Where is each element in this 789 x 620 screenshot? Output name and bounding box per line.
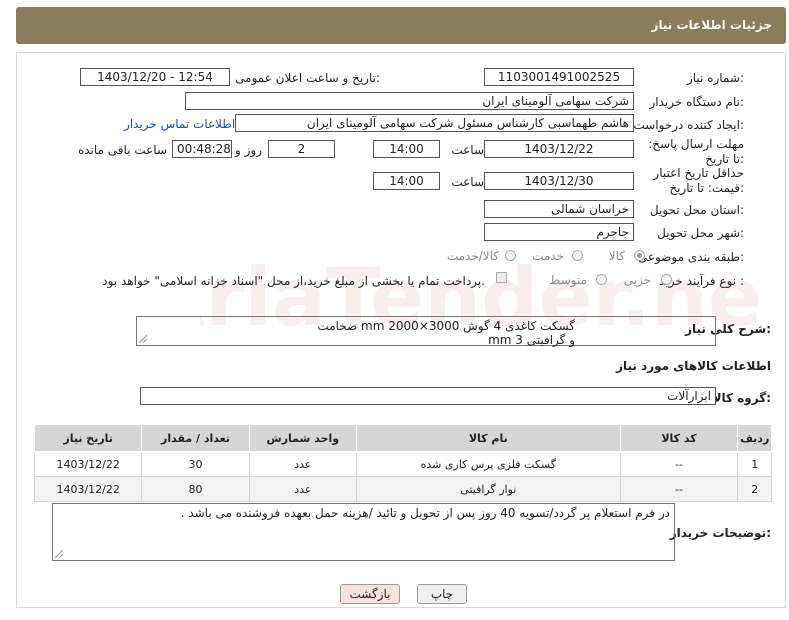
announce-field[interactable]: 1403/12/20 - 12:54 <box>80 68 230 86</box>
remaining-time-field[interactable]: 00:48:28 <box>172 140 232 158</box>
buyer-org-field[interactable]: شرکت سهامی آلومینای ایران <box>185 92 634 110</box>
page: جزئیات اطلاعات نیاز AriaTender.neT شماره… <box>0 0 789 620</box>
goods-group-label: گروه کالا: <box>712 391 771 405</box>
page-title: جزئیات اطلاعات نیاز <box>651 18 772 32</box>
col-goods-code: کد کالا <box>619 424 739 452</box>
process-minor-label: جزیی <box>623 273 651 287</box>
process-medium-radio[interactable] <box>596 274 607 285</box>
col-unit: واحد شمارش <box>248 424 357 452</box>
cell-unit: عدد <box>248 476 357 502</box>
col-quantity: تعداد / مقدار <box>141 424 250 452</box>
category-goods-radio[interactable] <box>634 250 645 261</box>
cell-quantity: 30 <box>141 451 250 477</box>
back-button[interactable]: بازگشت <box>340 584 400 604</box>
category-goods-label: کالا <box>608 249 625 263</box>
goods-group-field[interactable]: ابزارآلات <box>140 387 716 405</box>
description-textarea[interactable]: گسکت کاغذی 4 گوش mm 2000×3000 ضخامت و گر… <box>136 316 716 347</box>
cell-goods-code: -- <box>619 451 739 477</box>
category-both-label: کالا/خدمت <box>446 249 499 263</box>
cell-goods-name: نوار گرافیتی <box>355 476 621 502</box>
process-minor-radio[interactable] <box>661 274 672 285</box>
goods-info-title: اطلاعات کالاهای مورد نیاز <box>616 359 771 373</box>
print-button[interactable]: چاپ <box>417 584 467 604</box>
province-label: استان محل تحویل: <box>649 203 744 217</box>
process-type-label: نوع فرآیند خرید : <box>659 274 744 288</box>
category-service-radio[interactable] <box>572 250 583 261</box>
remaining-time-label: ساعت باقی مانده <box>77 143 167 157</box>
cell-need-date: 1403/12/22 <box>33 476 143 502</box>
cell-need-date: 1403/12/22 <box>33 451 143 477</box>
cell-unit: عدد <box>248 451 357 477</box>
reply-time-label: ساعت <box>451 143 484 157</box>
resize-handle-icon[interactable] <box>139 335 147 343</box>
need-number-label: شماره نیاز: <box>686 71 744 85</box>
goods-table: تاریخ نیاز تعداد / مقدار واحد شمارش نام … <box>33 424 772 502</box>
days-field[interactable]: 2 <box>268 140 335 158</box>
resize-handle-icon[interactable] <box>55 550 63 558</box>
creator-field[interactable]: هاشم طهماسبی کارشناس مسئول شرکت سهامی آل… <box>235 114 634 132</box>
reply-deadline-label: مهلت ارسال پاسخ: تا تاریخ: <box>648 137 744 166</box>
treasury-payment-note: پرداخت تمام یا بخشی از مبلغ خرید،از محل … <box>102 274 485 288</box>
validity-time-field[interactable]: 14:00 <box>373 172 440 190</box>
buyer-notes-label: توضیحات خریدار: <box>669 526 771 540</box>
treasury-payment-checkbox[interactable] <box>496 272 507 283</box>
description-line-1: گسکت کاغذی 4 گوش mm 2000×3000 ضخامت <box>317 319 575 333</box>
city-label: شهر محل تحویل: <box>657 226 744 240</box>
price-validity-label: حداقل تاریخ اعتبار قیمت: تا تاریخ: <box>653 166 744 195</box>
announce-label: تاریخ و ساعت اعلان عمومی: <box>235 71 380 85</box>
need-number-field[interactable]: 1103001491002525 <box>484 68 634 86</box>
table-row[interactable]: 1403/12/22 30 عدد گسکت فلزی پرس کاری شده… <box>33 451 772 477</box>
buyer-contact-link[interactable]: اطلاعات تماس خریدار <box>124 117 235 131</box>
table-row[interactable]: 1403/12/22 80 عدد نوار گرافیتی -- 2 <box>33 476 772 502</box>
cell-goods-name: گسکت فلزی پرس کاری شده <box>355 451 621 477</box>
cell-row-number: 2 <box>737 476 772 502</box>
province-field[interactable]: خراسان شمالی <box>484 200 634 218</box>
validity-time-label: ساعت <box>451 175 484 189</box>
table-header-row: تاریخ نیاز تعداد / مقدار واحد شمارش نام … <box>33 424 772 452</box>
process-medium-label: متوسط <box>549 273 587 287</box>
creator-label: ایجاد کننده درخواست: <box>633 118 744 132</box>
reply-date-field[interactable]: 1403/12/22 <box>484 140 634 158</box>
buyer-notes-textarea[interactable]: در فرم استعلام پر گردد/تسویه 40 روز پس ا… <box>52 503 675 561</box>
col-row-number: ردیف <box>737 424 772 452</box>
category-service-label: خدمت <box>532 249 564 263</box>
cell-quantity: 80 <box>141 476 250 502</box>
buyer-notes-text: در فرم استعلام پر گردد/تسویه 40 روز پس ا… <box>180 506 670 520</box>
days-label: روز و <box>235 143 262 157</box>
buyer-org-label: نام دستگاه خریدار: <box>649 95 745 109</box>
col-goods-name: نام کالا <box>355 424 621 452</box>
page-header: جزئیات اطلاعات نیاز <box>16 7 786 44</box>
category-label: طبقه بندی موضوعی: <box>637 250 744 264</box>
validity-date-field[interactable]: 1403/12/30 <box>484 172 634 190</box>
city-field[interactable]: جاجرم <box>484 223 634 241</box>
col-need-date: تاریخ نیاز <box>33 424 143 452</box>
reply-time-field[interactable]: 14:00 <box>373 140 440 158</box>
cell-goods-code: -- <box>619 476 739 502</box>
cell-row-number: 1 <box>737 451 772 477</box>
category-both-radio[interactable] <box>505 250 516 261</box>
description-line-2: و گرافیتی mm 3 <box>488 333 575 347</box>
